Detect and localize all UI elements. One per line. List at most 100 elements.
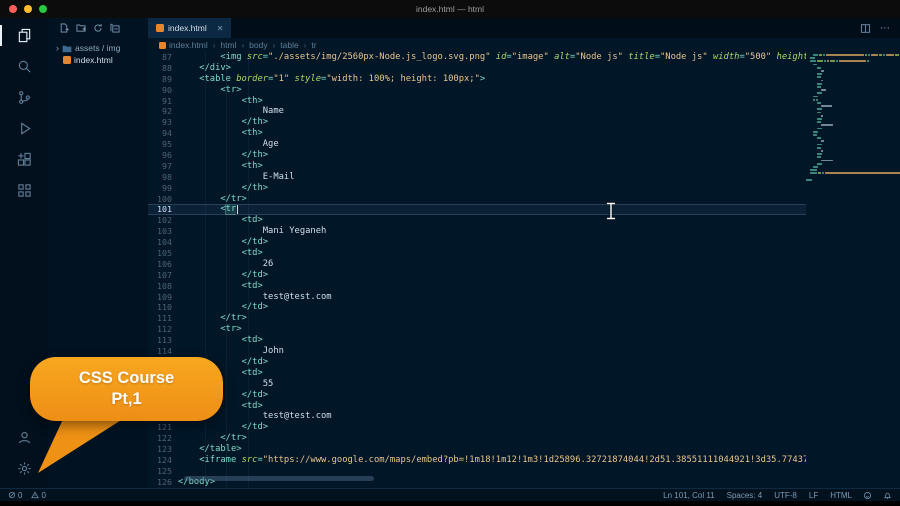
explorer-actions bbox=[48, 18, 148, 38]
code-text: <tr bbox=[220, 204, 237, 216]
code-text: <iframe src="https://www.google.com/maps… bbox=[199, 454, 806, 465]
line-number: 88 bbox=[162, 62, 172, 73]
breadcrumb-item[interactable]: tr bbox=[311, 40, 316, 50]
code-line[interactable]: 111 </tr> bbox=[148, 313, 806, 324]
minimap-line bbox=[820, 89, 828, 91]
split-editor-icon[interactable] bbox=[860, 23, 871, 34]
horizontal-scrollbar[interactable] bbox=[184, 476, 374, 481]
tab-index-html[interactable]: index.html ✕ bbox=[148, 18, 232, 38]
code-lines: 87 <img src="./assets/img/2560px-Node.js… bbox=[148, 52, 806, 488]
code-line[interactable]: 123 </table> bbox=[148, 444, 806, 455]
code-line[interactable]: 101 <tr bbox=[148, 204, 806, 216]
code-line[interactable]: 115 </td> bbox=[148, 357, 806, 368]
code-line[interactable]: 117 55 bbox=[148, 379, 806, 390]
breadcrumb: index.html › html › body › table › tr bbox=[148, 38, 900, 52]
code-text: </td> bbox=[241, 422, 269, 433]
run-debug-icon[interactable] bbox=[0, 113, 48, 144]
code-line[interactable]: 88 </div> bbox=[148, 63, 806, 74]
code-line[interactable]: 119 <td> bbox=[148, 401, 806, 412]
status-item[interactable]: Spaces: 4 bbox=[727, 491, 763, 500]
zoom-button[interactable] bbox=[39, 5, 47, 13]
tab-label: index.html bbox=[168, 23, 207, 33]
status-item[interactable]: UTF-8 bbox=[774, 491, 797, 500]
minimap-line bbox=[820, 105, 833, 107]
code-line[interactable]: 103 Mani Yeganeh bbox=[148, 226, 806, 237]
code-line[interactable]: 106 26 bbox=[148, 259, 806, 270]
code-line[interactable]: 121 </td> bbox=[148, 422, 806, 433]
code-line[interactable]: 100 </tr> bbox=[148, 194, 806, 205]
code-text: <td> bbox=[241, 280, 263, 291]
error-count: 0 bbox=[18, 490, 23, 500]
folder-icon bbox=[62, 45, 72, 52]
explorer-icon[interactable] bbox=[0, 20, 48, 51]
status-item[interactable]: Ln 101, Col 11 bbox=[663, 491, 714, 500]
code-line[interactable]: 87 <img src="./assets/img/2560px-Node.js… bbox=[148, 52, 806, 63]
code-line[interactable]: 95 Age bbox=[148, 139, 806, 150]
line-number: 98 bbox=[162, 171, 172, 182]
code-line[interactable]: 93 </th> bbox=[148, 117, 806, 128]
remote-explorer-icon[interactable] bbox=[0, 175, 48, 206]
code-line[interactable]: 89 <table border="1" style="width: 100%;… bbox=[148, 74, 806, 85]
code-line[interactable]: 110 </td> bbox=[148, 302, 806, 313]
minimize-button[interactable] bbox=[24, 5, 32, 13]
minimap-line bbox=[817, 162, 823, 165]
code-line[interactable]: 104 </td> bbox=[148, 237, 806, 248]
close-button[interactable] bbox=[9, 5, 17, 13]
breadcrumb-item[interactable]: body bbox=[249, 40, 267, 50]
code-text: <td> bbox=[241, 215, 263, 226]
problems-errors[interactable]: 0 bbox=[8, 491, 22, 500]
line-number: 102 bbox=[157, 215, 172, 226]
code-line[interactable]: 114 John bbox=[148, 346, 806, 357]
code-line[interactable]: 98 E-Mail bbox=[148, 172, 806, 183]
code-line[interactable]: 92 Name bbox=[148, 106, 806, 117]
breadcrumb-item[interactable]: index.html bbox=[159, 40, 208, 50]
extensions-icon[interactable] bbox=[0, 144, 48, 175]
code-line[interactable]: 91 <th> bbox=[148, 96, 806, 107]
code-line[interactable]: 97 <th> bbox=[148, 161, 806, 172]
breadcrumb-item[interactable]: html bbox=[220, 40, 236, 50]
tab-bar: index.html ✕ ⋯ bbox=[148, 18, 900, 38]
code-line[interactable]: 122 </tr> bbox=[148, 433, 806, 444]
search-icon[interactable] bbox=[0, 51, 48, 82]
close-tab-icon[interactable]: ✕ bbox=[217, 24, 224, 33]
code-line[interactable]: 112 <tr> bbox=[148, 324, 806, 335]
new-folder-icon[interactable] bbox=[76, 23, 86, 33]
refresh-icon[interactable] bbox=[93, 23, 103, 33]
source-control-icon[interactable] bbox=[0, 82, 48, 113]
code-line[interactable]: 109 test@test.com bbox=[148, 292, 806, 303]
tree-item-index-html[interactable]: index.html bbox=[48, 54, 148, 66]
feedback-smiley-icon[interactable] bbox=[863, 491, 872, 500]
status-item[interactable]: LF bbox=[809, 491, 818, 500]
breadcrumb-item[interactable]: table bbox=[280, 40, 298, 50]
collapse-all-icon[interactable] bbox=[110, 23, 120, 33]
code-line[interactable]: 99 </th> bbox=[148, 183, 806, 194]
code-line[interactable]: 96 </th> bbox=[148, 150, 806, 161]
code-line[interactable]: 120 test@test.com bbox=[148, 411, 806, 422]
code-line[interactable]: 113 <td> bbox=[148, 335, 806, 346]
code-line[interactable]: 108 <td> bbox=[148, 281, 806, 292]
line-number: 90 bbox=[162, 84, 172, 95]
more-actions-icon[interactable]: ⋯ bbox=[880, 23, 891, 34]
code-line[interactable]: 107 </td> bbox=[148, 270, 806, 281]
callout-bubble: CSS Course Pt,1 bbox=[30, 357, 223, 421]
code-line[interactable]: 124 <iframe src="https://www.google.com/… bbox=[148, 455, 806, 466]
tree-item-assets-img[interactable]: › assets / img bbox=[48, 42, 148, 54]
code-line[interactable]: 118 </td> bbox=[148, 390, 806, 401]
code-line[interactable]: 102 <td> bbox=[148, 215, 806, 226]
line-number: 97 bbox=[162, 160, 172, 171]
callout-line1: CSS Course bbox=[78, 369, 175, 387]
code-text: John bbox=[262, 346, 284, 357]
problems-warnings[interactable]: 0 bbox=[31, 491, 46, 500]
line-number: 109 bbox=[157, 291, 172, 302]
code-line[interactable]: 116 <td> bbox=[148, 368, 806, 379]
status-item[interactable]: HTML bbox=[830, 491, 852, 500]
new-file-icon[interactable] bbox=[59, 23, 69, 33]
minimap[interactable] bbox=[804, 54, 900, 204]
code-line[interactable]: 90 <tr> bbox=[148, 85, 806, 96]
notifications-bell-icon[interactable] bbox=[883, 491, 892, 500]
minimap-line bbox=[817, 86, 822, 88]
code-line[interactable]: 105 <td> bbox=[148, 248, 806, 259]
minimap-line bbox=[820, 140, 826, 143]
minimap-line bbox=[817, 153, 823, 155]
code-line[interactable]: 94 <th> bbox=[148, 128, 806, 139]
